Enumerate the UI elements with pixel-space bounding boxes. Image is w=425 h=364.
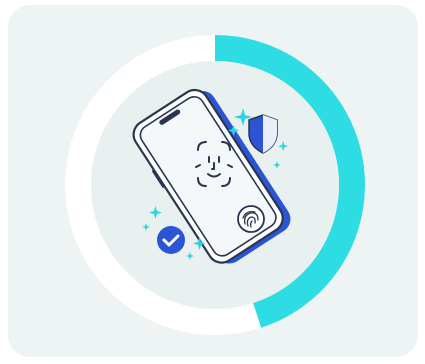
fingerprint-icon	[237, 205, 265, 233]
biometric-security-illustration	[65, 35, 365, 335]
checkmark-circle-icon	[157, 226, 185, 254]
